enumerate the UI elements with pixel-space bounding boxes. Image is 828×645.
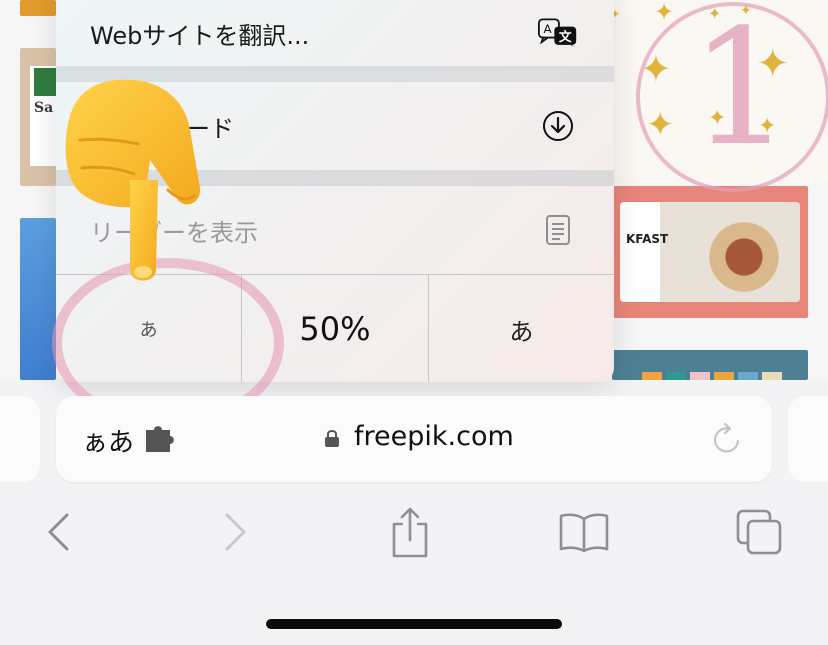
sparkle-icon: ✦ (654, 0, 675, 26)
reader-icon (538, 210, 578, 250)
reload-icon[interactable] (710, 422, 744, 460)
download-icon (538, 106, 578, 146)
address-bar[interactable]: ぁあ freepik.com (56, 396, 772, 482)
share-icon (390, 506, 430, 562)
chevron-right-icon (223, 512, 249, 556)
sparkle-icon: ✦ (708, 4, 722, 23)
thumbnail-breakfast-text: KFAST (626, 232, 669, 246)
translate-icon: A 文 (538, 13, 578, 53)
back-button[interactable] (34, 510, 82, 558)
thumbnail-salad-text: Sa (34, 100, 54, 116)
previous-tab-preview[interactable] (0, 396, 40, 482)
next-tab-preview[interactable] (788, 396, 828, 482)
zoom-in-label: あ (509, 317, 534, 346)
book-icon (559, 511, 609, 557)
svg-text:A: A (543, 22, 551, 36)
sparkle-icon: ✦ (640, 47, 672, 91)
chevron-left-icon (45, 512, 71, 556)
sparkle-icon: ✦ (756, 41, 790, 87)
thumbnail-instagram[interactable] (612, 350, 808, 380)
lock-icon (324, 428, 340, 452)
thumbnail-salad[interactable]: Sa (20, 48, 56, 186)
menu-item-translate-label: Webサイトを翻訳... (90, 21, 310, 50)
sparkle-icon: ✦ (740, 3, 752, 19)
tabs-button[interactable] (736, 509, 784, 559)
pointing-hand-icon (60, 70, 210, 290)
thumbnail-blue[interactable] (20, 218, 56, 380)
text-size-button[interactable]: ぁあ (82, 422, 134, 459)
svg-text:文: 文 (559, 29, 572, 44)
puzzle-icon[interactable] (144, 424, 178, 458)
tabs-icon (736, 509, 784, 559)
zoom-in-button[interactable]: あ (429, 275, 614, 382)
home-indicator[interactable] (266, 619, 562, 629)
sparkle-icon: ✦ (708, 106, 727, 131)
zoom-level-label: 50% (299, 310, 371, 348)
url-text[interactable]: freepik.com (354, 421, 514, 452)
annotation-step-number: 1 (690, 0, 792, 181)
thumbnail-breakfast[interactable]: KFAST (612, 186, 808, 318)
browser-toolbar (0, 500, 828, 570)
sparkle-icon: ✦ (758, 114, 777, 139)
thumbnail-orange[interactable] (20, 0, 56, 16)
bookmarks-button[interactable] (559, 510, 609, 558)
sparkle-icon: ✦ (646, 105, 675, 145)
forward-button[interactable] (212, 510, 260, 558)
share-button[interactable] (386, 507, 434, 558)
menu-item-translate[interactable]: Webサイトを翻訳... A 文 (56, 0, 614, 66)
